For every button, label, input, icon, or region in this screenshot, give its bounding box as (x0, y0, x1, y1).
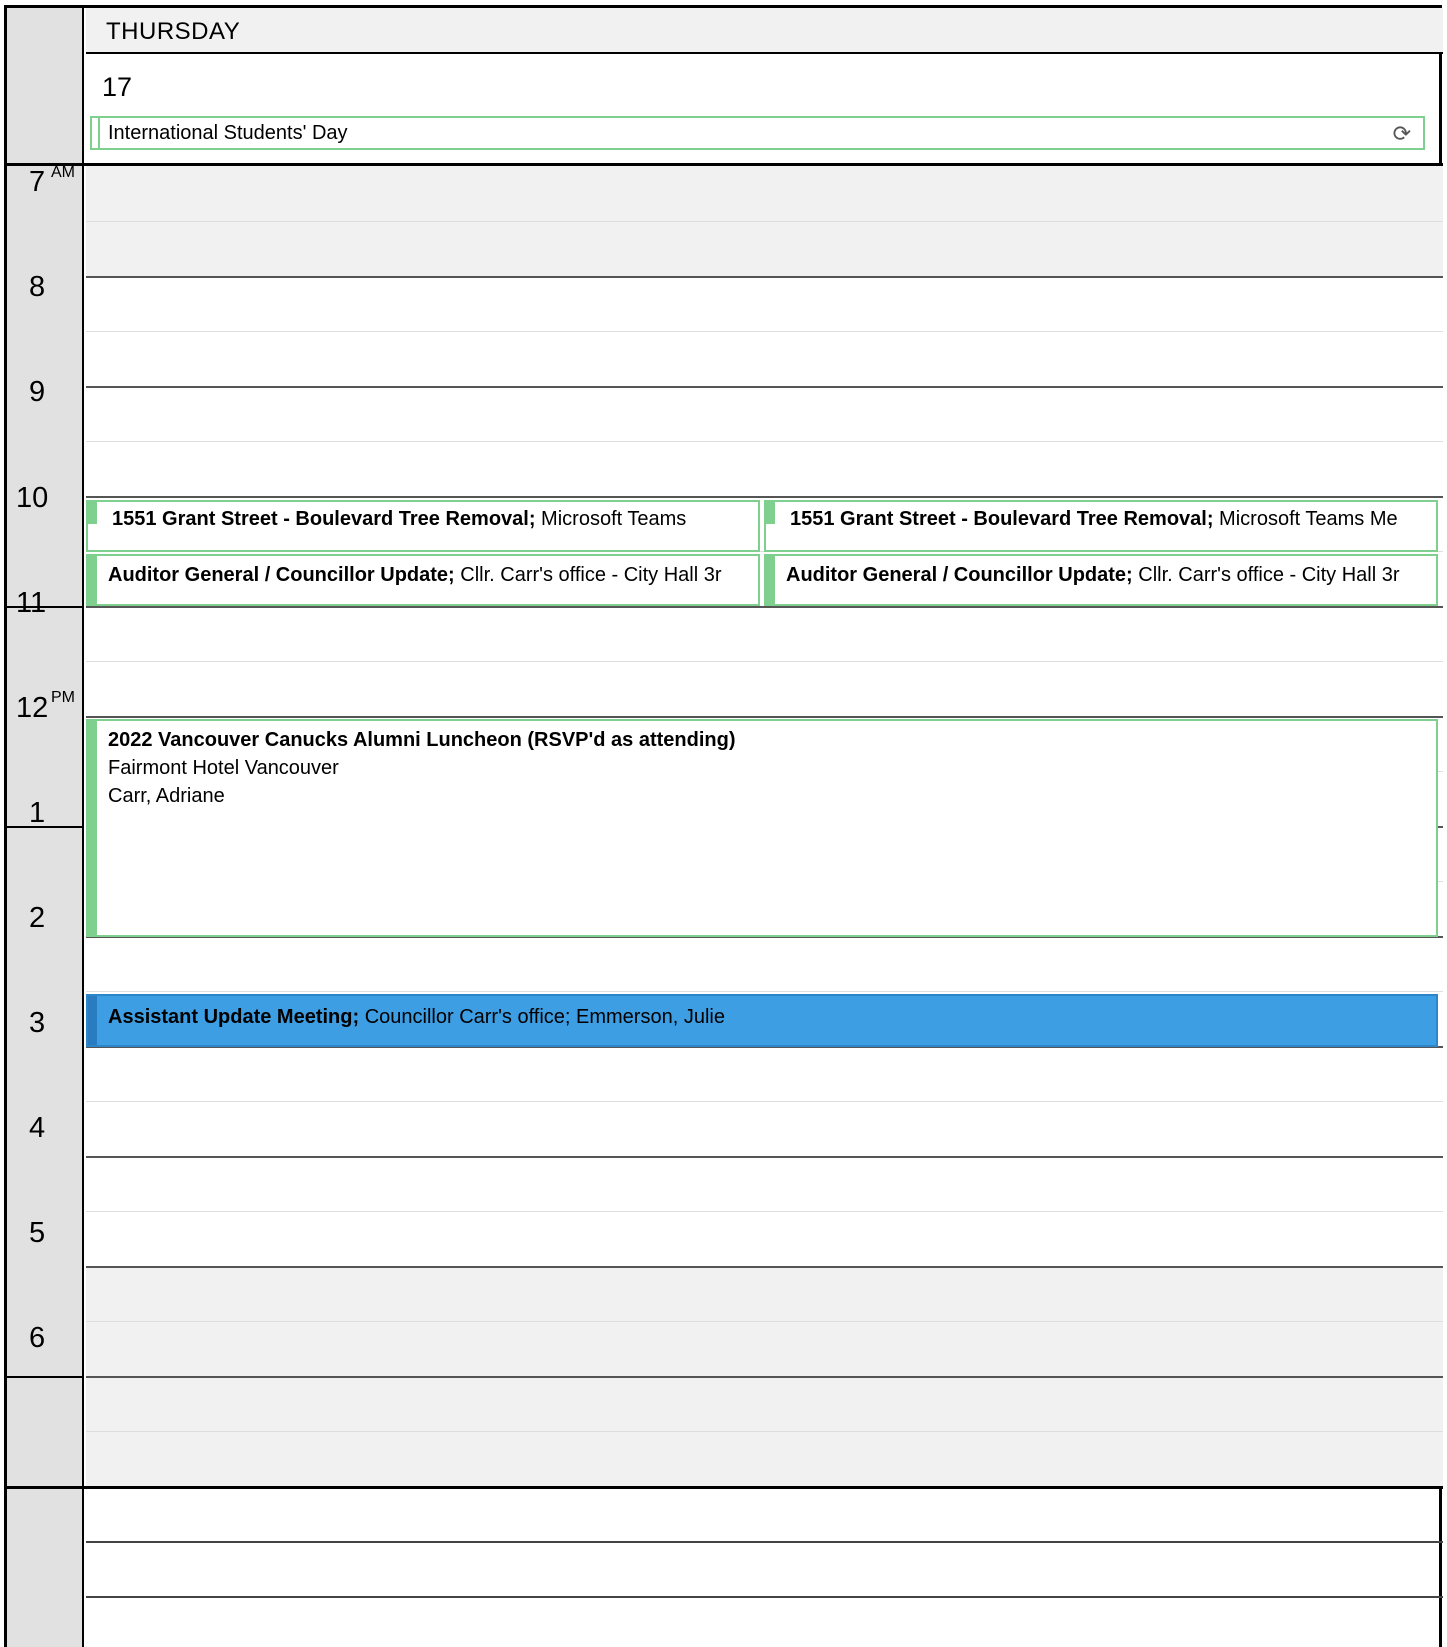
event-status-bar (88, 556, 97, 604)
event-auditor-general-right[interactable]: Auditor General / Councillor Update; Cll… (764, 554, 1438, 606)
event-status-bar (766, 502, 775, 524)
event-title: 1551 Grant Street - Boulevard Tree Remov… (790, 508, 1214, 530)
hour-label-6: 6 (29, 1322, 46, 1354)
day-number[interactable]: 17 (102, 72, 132, 103)
recurrence-icon: ⟳ (1392, 122, 1411, 147)
gutter-divider (7, 1376, 84, 1378)
event-canucks-luncheon[interactable]: 2022 Vancouver Canucks Alumni Luncheon (… (86, 719, 1438, 937)
event-title: 1551 Grant Street - Boulevard Tree Remov… (112, 508, 536, 530)
event-status-bar (88, 721, 97, 935)
all-day-event-strip (92, 118, 100, 148)
all-day-event[interactable]: International Students' Day ⟳ (90, 116, 1425, 150)
event-detail: Cllr. Carr's office - City Hall 3r (454, 564, 722, 586)
half-hour-line (86, 1321, 1443, 1322)
gutter-divider (7, 826, 84, 828)
event-assistant-update[interactable]: Assistant Update Meeting; Councillor Car… (86, 994, 1438, 1047)
day-header[interactable] (86, 8, 1443, 54)
event-location: Fairmont Hotel Vancouver (108, 757, 339, 779)
half-hour-line (86, 221, 1443, 222)
half-hour-line (86, 1101, 1443, 1102)
half-hour-line (86, 1431, 1443, 1432)
event-status-bar (766, 556, 775, 604)
hour-line (86, 1376, 1443, 1378)
half-hour-line (86, 331, 1443, 332)
hour-label-8: 8 (29, 271, 46, 303)
hour-label-5: 5 (29, 1217, 46, 1249)
hour-label-3: 3 (29, 1007, 46, 1039)
event-title: Auditor General / Councillor Update; (786, 564, 1133, 586)
event-title: Auditor General / Councillor Update; (108, 564, 455, 586)
hour-line (86, 1266, 1443, 1268)
hour-line (86, 496, 1443, 498)
day-name: THURSDAY (106, 18, 241, 45)
hour-line (86, 606, 1443, 608)
event-organizer: Carr, Adriane (108, 785, 225, 807)
event-grant-street-right[interactable]: 1551 Grant Street - Boulevard Tree Remov… (764, 500, 1438, 552)
half-hour-line (86, 441, 1443, 442)
extra-row-line (86, 1541, 1443, 1543)
hour-line (86, 276, 1443, 278)
event-detail: Microsoft Teams Me (1213, 508, 1398, 530)
half-hour-line (86, 1211, 1443, 1212)
event-auditor-general-left[interactable]: Auditor General / Councillor Update; Cll… (86, 554, 760, 606)
all-day-event-title: International Students' Day (108, 122, 348, 144)
hour-label-1: 1 (29, 797, 46, 829)
event-status-bar (88, 502, 97, 524)
hour-label-11: 11 (16, 587, 47, 619)
hour-line (86, 386, 1443, 388)
hour-label-4: 4 (29, 1112, 46, 1144)
hour-label-12: 12 (16, 692, 49, 724)
hour-label-2: 2 (29, 902, 46, 934)
half-hour-line (86, 661, 1443, 662)
event-detail: Cllr. Carr's office - City Hall 3r (1132, 564, 1400, 586)
end-of-day-line (7, 1486, 1443, 1489)
half-hour-line (86, 991, 1443, 992)
hour-line (86, 716, 1443, 718)
event-detail: Councillor Carr's office; Emmerson, Juli… (359, 1006, 725, 1028)
hour-line (86, 1156, 1443, 1158)
hour-label-9: 9 (29, 376, 46, 408)
event-title: 2022 Vancouver Canucks Alumni Luncheon (… (108, 729, 736, 751)
extra-row-line (86, 1596, 1443, 1598)
hour-label-10: 10 (16, 482, 49, 514)
ampm-label-am: AM (51, 164, 75, 181)
event-status-bar (88, 996, 97, 1045)
event-detail: Microsoft Teams (535, 508, 687, 530)
event-title: Assistant Update Meeting; (108, 1006, 360, 1028)
hour-label-7: 7 (29, 166, 46, 198)
event-grant-street-left[interactable]: 1551 Grant Street - Boulevard Tree Remov… (86, 500, 760, 552)
ampm-label-pm: PM (51, 689, 75, 706)
